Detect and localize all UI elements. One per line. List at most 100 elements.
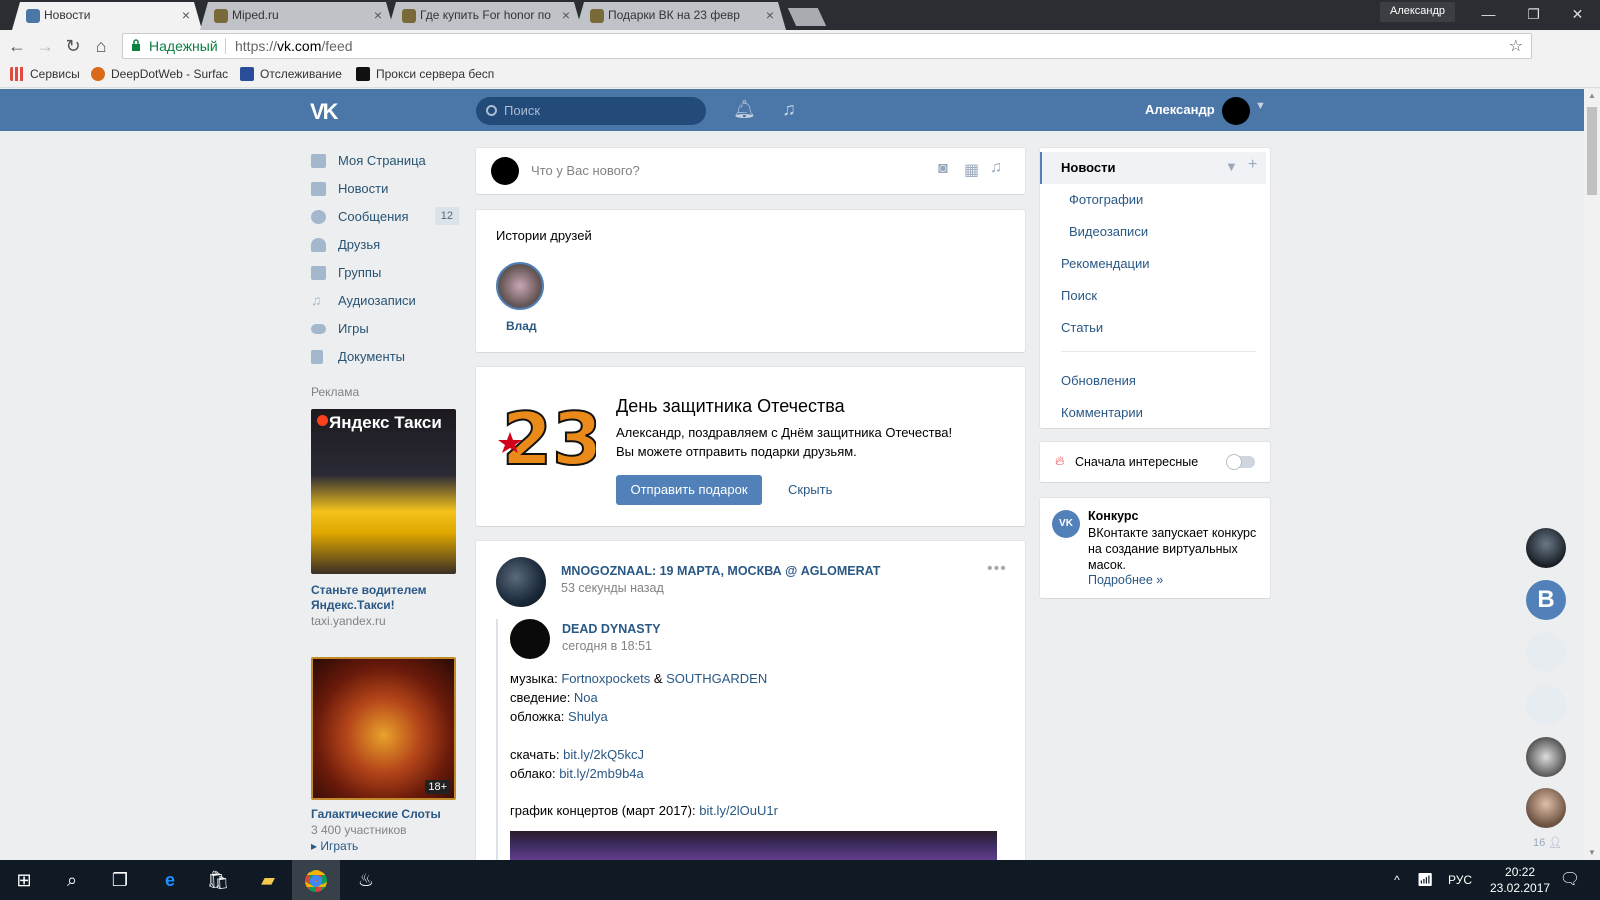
filter-updates[interactable]: Обновления — [1040, 365, 1266, 397]
more-actions-icon[interactable]: ••• — [987, 560, 1007, 578]
post-link[interactable]: bit.ly/2mb9b4a — [559, 766, 644, 781]
close-tab-icon[interactable]: × — [562, 7, 570, 23]
minimize-icon[interactable]: — — [1466, 0, 1511, 28]
post-link[interactable]: bit.ly/2kQ5kcJ — [563, 747, 644, 762]
bookmark-star-icon[interactable]: ☆ — [1509, 36, 1523, 56]
sidebar-item-friends[interactable]: Друзья — [311, 232, 459, 258]
dock-chat-avatar[interactable] — [1526, 788, 1566, 828]
play-link[interactable]: ▸ Играть — [311, 839, 358, 853]
close-tab-icon[interactable]: × — [182, 7, 190, 23]
dock-online-count[interactable]: 16 👤︎ — [1533, 836, 1562, 849]
sidebar-item-games[interactable]: Игры — [311, 316, 459, 342]
repost-author[interactable]: DEAD DYNASTY — [562, 622, 661, 636]
tab-vk-news[interactable]: Новости × — [12, 2, 202, 30]
search-icon[interactable]: ⌕ — [48, 860, 96, 900]
filter-comments[interactable]: Комментарии — [1040, 397, 1266, 429]
sidebar-item-groups[interactable]: Группы — [311, 260, 459, 286]
close-tab-icon[interactable]: × — [766, 7, 774, 23]
camera-icon[interactable]: ◙ — [938, 160, 948, 178]
dock-default-avatar-icon[interactable] — [1526, 632, 1566, 672]
toggle-switch[interactable] — [1226, 454, 1255, 470]
post-link[interactable]: Noa — [574, 690, 598, 705]
sidebar-item-messages[interactable]: Сообщения 12 — [311, 204, 459, 230]
post-link[interactable]: Shulya — [568, 709, 608, 724]
repost-time[interactable]: сегодня в 18:51 — [562, 639, 652, 653]
avatar[interactable] — [1222, 97, 1250, 125]
notifications-bell-icon[interactable]: 🔔︎ — [733, 99, 756, 121]
composer-placeholder[interactable]: Что у Вас нового? — [531, 163, 640, 178]
audio-icon[interactable]: ♫ — [990, 159, 1002, 177]
dock-default-avatar-icon[interactable] — [1526, 685, 1566, 725]
notifications-icon[interactable]: 🗨︎ — [1550, 860, 1590, 900]
contest-more-link[interactable]: Подробнее » — [1088, 573, 1163, 587]
forward-icon[interactable]: → — [34, 35, 56, 57]
filter-search[interactable]: Поиск — [1040, 280, 1266, 312]
page-scrollbar[interactable]: ▲ ▼ — [1584, 89, 1600, 859]
story-name[interactable]: Влад — [506, 319, 537, 333]
dock-community-icon[interactable]: B — [1526, 580, 1566, 620]
filter-recommendations[interactable]: Рекомендации — [1040, 248, 1266, 280]
close-window-icon[interactable]: ✕ — [1555, 0, 1600, 28]
task-view-icon[interactable]: ❐ — [96, 860, 144, 900]
chevron-down-icon[interactable]: ▼ — [1255, 100, 1266, 112]
chrome-icon[interactable] — [292, 860, 340, 900]
chevron-up-icon[interactable]: ^ — [1385, 860, 1409, 900]
send-gift-button[interactable]: Отправить подарок — [616, 475, 762, 505]
ad-title[interactable]: Станьте водителем Яндекс.Такси! — [311, 583, 461, 613]
windows-start-icon[interactable]: ⊞ — [0, 860, 48, 900]
bookmark-tracking[interactable]: Отслеживание — [240, 67, 342, 81]
post-link[interactable]: Fortnoxpockets — [561, 671, 650, 686]
avatar[interactable] — [510, 619, 550, 659]
galactic-slots-ad-image[interactable]: 18+ — [311, 657, 456, 800]
close-tab-icon[interactable]: × — [374, 7, 382, 23]
file-explorer-icon[interactable]: ▰ — [244, 860, 292, 900]
hide-link[interactable]: Скрыть — [788, 482, 832, 497]
tab-for-honor[interactable]: Где купить For honor по × — [388, 2, 582, 30]
filter-videos[interactable]: Видеозаписи — [1040, 216, 1266, 248]
bookmark-services[interactable]: Сервисы — [10, 67, 80, 81]
ad-title[interactable]: Галактические Слоты — [311, 807, 461, 822]
home-icon[interactable]: ⌂ — [90, 35, 112, 57]
store-icon[interactable]: 🛍︎ — [194, 860, 242, 900]
scrollbar-thumb[interactable] — [1587, 107, 1597, 195]
post-author[interactable]: MNOGOZNAAL: 19 МАРТА, МОСКВА @ AGLOMERAT — [561, 564, 880, 578]
browser-profile[interactable]: Александр — [1380, 2, 1456, 22]
address-bar[interactable]: Надежный https://vk.com/feed ☆ — [122, 33, 1532, 59]
header-user-name[interactable]: Александр — [1145, 102, 1215, 117]
tab-vk-gifts[interactable]: Подарки ВК на 23 февр × — [576, 2, 786, 30]
scroll-up-icon[interactable]: ▲ — [1588, 91, 1596, 100]
scroll-down-icon[interactable]: ▼ — [1588, 848, 1596, 857]
edge-icon[interactable]: e — [146, 860, 194, 900]
filter-news[interactable]: Новости ▼ + — [1040, 152, 1266, 184]
music-player-icon[interactable]: ♫ — [778, 99, 800, 121]
sidebar-item-audio[interactable]: ♫ Аудиозаписи — [311, 288, 459, 314]
reload-icon[interactable]: ↻ — [62, 35, 84, 57]
filter-icon[interactable]: ▼ — [1225, 159, 1238, 174]
back-icon[interactable]: ← — [6, 35, 28, 57]
vk-logo[interactable]: VK — [310, 99, 344, 124]
language-indicator[interactable]: РУС — [1442, 860, 1478, 900]
tab-miped[interactable]: Miped.ru × — [200, 2, 394, 30]
sidebar-item-news[interactable]: Новости — [311, 176, 459, 202]
new-tab-button[interactable] — [787, 8, 827, 26]
bookmark-proxy[interactable]: Прокси сервера бесп — [356, 67, 496, 81]
filter-articles[interactable]: Статьи — [1040, 312, 1266, 344]
avatar[interactable] — [496, 557, 546, 607]
video-icon[interactable]: ▦ — [964, 160, 979, 180]
story-avatar[interactable] — [496, 262, 544, 310]
dock-chat-avatar[interactable] — [1526, 528, 1566, 568]
post-composer[interactable]: Что у Вас нового? ◙ ▦ ♫ — [476, 148, 1025, 194]
post-link[interactable]: bit.ly/2lOuU1r — [699, 803, 778, 818]
post-link[interactable]: SOUTHGARDEN — [666, 671, 767, 686]
filter-photos[interactable]: Фотографии — [1040, 184, 1266, 216]
clock[interactable]: 20:22 23.02.2017 — [1490, 864, 1550, 896]
search-input[interactable]: Поиск — [476, 97, 706, 125]
restore-icon[interactable]: ❐ — [1511, 0, 1556, 28]
bookmark-deepdotweb[interactable]: DeepDotWeb - Surfac — [91, 67, 228, 81]
add-icon[interactable]: + — [1248, 156, 1257, 174]
dock-chat-avatar[interactable] — [1526, 737, 1566, 777]
wifi-icon[interactable]: 📶︎ — [1413, 860, 1437, 900]
sidebar-item-documents[interactable]: Документы — [311, 344, 459, 370]
yandex-taxi-ad-image[interactable]: Яндекс Такси — [311, 409, 456, 574]
post-time[interactable]: 53 секунды назад — [561, 581, 664, 595]
